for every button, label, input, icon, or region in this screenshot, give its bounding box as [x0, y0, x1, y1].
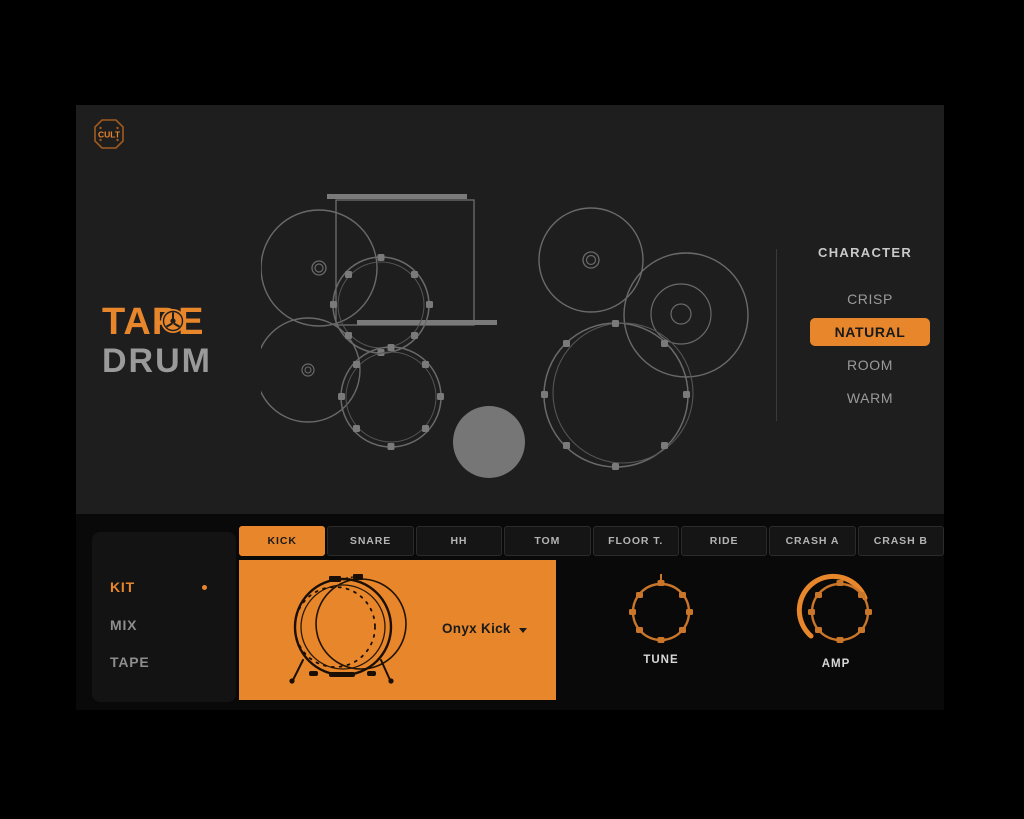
tab-crash-b[interactable]: CRASH B: [857, 526, 944, 556]
sidebar-item-tape[interactable]: TAPE: [110, 654, 220, 674]
tune-knob-group[interactable]: TUNE: [606, 570, 716, 666]
tab-kick[interactable]: KICK: [239, 526, 326, 556]
logo-tape-label: TAPE: [102, 301, 205, 343]
tune-knob-dial[interactable]: [621, 570, 701, 650]
sidebar-active-dot-icon: [202, 585, 207, 590]
kick-drum-illustration: [277, 572, 427, 687]
kick-preview-panel[interactable]: Onyx Kick: [239, 560, 556, 700]
kit-view-section: CULT TAPE DRUM CHARACTER CRISP NATURAL R…: [76, 105, 944, 514]
drum-kit-diagram[interactable]: [255, 180, 781, 500]
tab-crash-a[interactable]: CRASH A: [769, 526, 856, 556]
logo-tape-text: TAPE: [102, 303, 212, 341]
tune-knob-label: TUNE: [643, 654, 679, 666]
kit-tom-1: [330, 254, 433, 356]
amp-knob-dial[interactable]: [791, 564, 881, 654]
tab-floor-t[interactable]: FLOOR T.: [592, 526, 679, 556]
character-option-warm[interactable]: WARM: [810, 384, 930, 412]
amp-knob-label: AMP: [821, 658, 851, 670]
sidebar-item-mix[interactable]: MIX: [110, 617, 220, 637]
tab-tom[interactable]: TOM: [504, 526, 591, 556]
app-root: CULT TAPE DRUM CHARACTER CRISP NATURAL R…: [0, 0, 1024, 819]
cult-logo-icon[interactable]: CULT: [93, 118, 125, 150]
tab-ride[interactable]: RIDE: [680, 526, 768, 556]
kit-tom-2: [338, 344, 444, 450]
character-title: CHARACTER: [818, 245, 913, 260]
chevron-down-icon[interactable]: [519, 628, 527, 633]
sidebar: KIT MIX TAPE: [92, 532, 236, 702]
character-options: CRISP NATURAL ROOM WARM: [810, 285, 930, 417]
kick-preset-name[interactable]: Onyx Kick: [442, 621, 511, 636]
tape-reel-icon: [159, 305, 187, 337]
kit-cymbal-ride: [623, 252, 749, 378]
logo-drum-label: DRUM: [102, 342, 212, 380]
tab-snare[interactable]: SNARE: [327, 526, 414, 556]
editor-section: KIT MIX TAPE KICK SNARE HH TOM FLOOR T. …: [76, 514, 944, 710]
tab-hh[interactable]: HH: [415, 526, 503, 556]
character-option-natural[interactable]: NATURAL: [810, 318, 930, 346]
kit-snare-selected: [453, 406, 525, 478]
character-option-room[interactable]: ROOM: [810, 351, 930, 379]
amp-knob-group[interactable]: AMP: [781, 564, 891, 670]
product-logo: TAPE DRUM: [102, 303, 212, 379]
character-option-crisp[interactable]: CRISP: [810, 285, 930, 313]
character-divider: [776, 249, 777, 421]
character-panel: CHARACTER CRISP NATURAL ROOM WARM: [776, 245, 944, 425]
plugin-window: CULT TAPE DRUM CHARACTER CRISP NATURAL R…: [76, 105, 944, 710]
drum-piece-tabs: KICK SNARE HH TOM FLOOR T. RIDE CRASH A …: [239, 526, 944, 556]
svg-text:CULT: CULT: [98, 130, 121, 140]
